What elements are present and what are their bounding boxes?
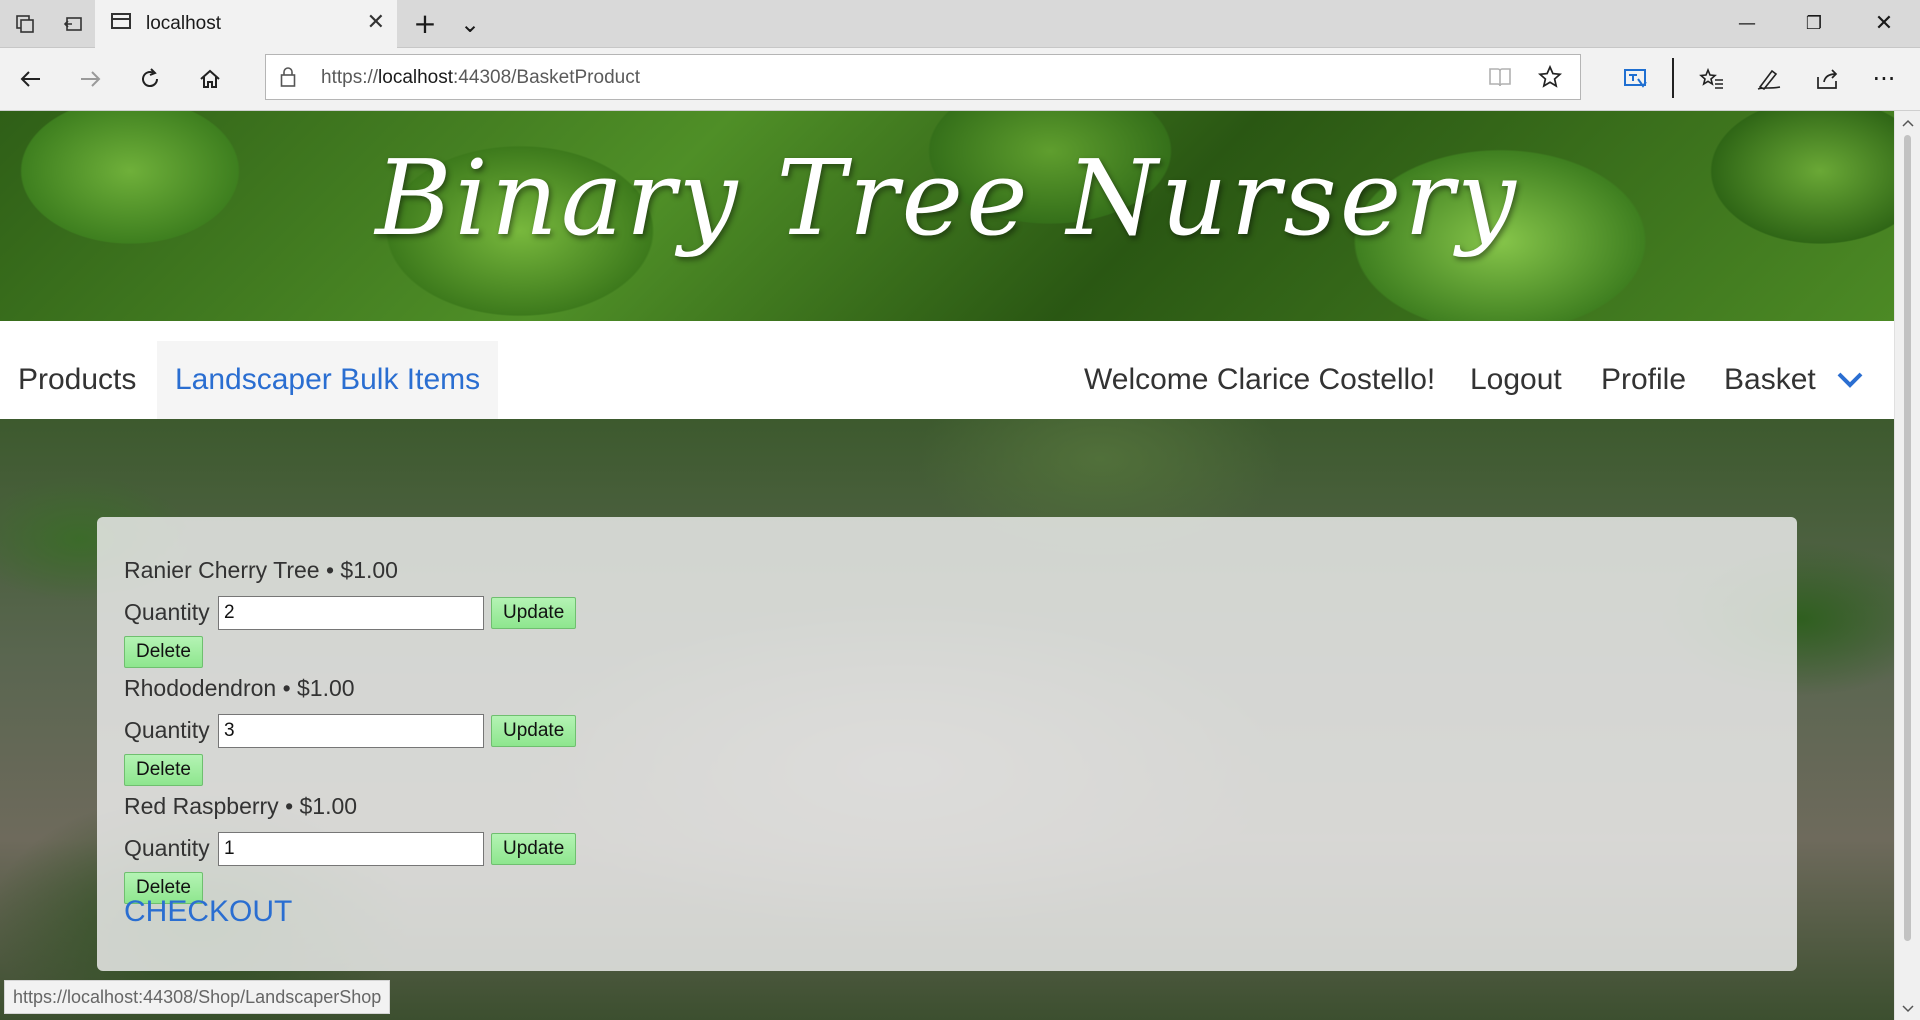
set-tabs-aside-icon[interactable] xyxy=(58,0,88,47)
minimize-icon[interactable]: — xyxy=(1732,0,1762,47)
favorites-icon[interactable] xyxy=(1696,48,1728,110)
reading-view-icon[interactable] xyxy=(1488,66,1512,93)
quantity-label: Quantity xyxy=(124,717,210,743)
toolbar-divider xyxy=(1672,58,1674,98)
update-button[interactable]: Update xyxy=(491,833,577,865)
checkout-link[interactable]: CHECKOUT xyxy=(124,895,292,929)
tab-title: localhost xyxy=(146,13,221,34)
browser-toolbar: https://localhost:44308/BasketProduct ··… xyxy=(0,48,1920,111)
url-text: https://localhost:44308/BasketProduct xyxy=(321,67,640,89)
more-options-icon[interactable]: ··· xyxy=(1868,48,1900,110)
home-icon[interactable] xyxy=(194,48,226,110)
url-host: localhost xyxy=(378,67,454,88)
lock-icon xyxy=(280,67,296,87)
site-navbar: Products Landscaper Bulk Items Welcome C… xyxy=(0,321,1894,419)
page-viewport: Binary Tree Nursery Products Landscaper … xyxy=(0,111,1894,1020)
quantity-input[interactable] xyxy=(218,832,484,866)
translate-extension-icon[interactable] xyxy=(1620,48,1652,110)
basket-item-title: Rhododendron • $1.00 xyxy=(124,675,355,701)
pen-notes-icon[interactable] xyxy=(1753,48,1785,110)
refresh-icon[interactable] xyxy=(134,48,166,110)
browser-tab-bar: localhost ✕ + ⌄ — ❐ ✕ xyxy=(0,0,1920,48)
status-bar-url: https://localhost:44308/Shop/LandscaperS… xyxy=(4,980,391,1014)
tab-localhost[interactable]: localhost ✕ xyxy=(95,0,397,48)
quantity-input[interactable] xyxy=(218,714,484,748)
tab-actions-icon[interactable] xyxy=(10,0,40,47)
new-tab-icon[interactable]: + xyxy=(410,0,440,47)
chevron-down-icon[interactable] xyxy=(1836,371,1864,394)
back-icon[interactable] xyxy=(15,48,47,110)
address-bar[interactable]: https://localhost:44308/BasketProduct xyxy=(265,54,1581,100)
nav-profile-link[interactable]: Profile xyxy=(1601,341,1686,419)
tab-close-icon[interactable]: ✕ xyxy=(367,10,385,35)
page-icon xyxy=(111,13,131,29)
nav-products-link[interactable]: Products xyxy=(18,341,136,419)
nav-landscaper-link[interactable]: Landscaper Bulk Items xyxy=(157,341,499,419)
favorite-star-icon[interactable] xyxy=(1537,64,1563,94)
nav-logout-link[interactable]: Logout xyxy=(1470,341,1562,419)
header-banner: Binary Tree Nursery xyxy=(0,111,1894,321)
scroll-thumb[interactable] xyxy=(1904,135,1911,941)
basket-item-title: Red Raspberry • $1.00 xyxy=(124,793,358,819)
basket-item-title: Ranier Cherry Tree • $1.00 xyxy=(124,557,398,583)
nav-basket-link[interactable]: Basket xyxy=(1724,341,1816,419)
quantity-input[interactable] xyxy=(218,596,484,630)
url-prefix: https:// xyxy=(321,67,379,88)
welcome-message: Welcome Clarice Costello! xyxy=(1084,363,1436,396)
restore-icon[interactable]: ❐ xyxy=(1799,0,1829,47)
delete-button[interactable]: Delete xyxy=(124,754,203,786)
share-icon[interactable] xyxy=(1812,48,1844,110)
update-button[interactable]: Update xyxy=(491,715,577,747)
delete-button[interactable]: Delete xyxy=(124,636,203,668)
scroll-down-icon[interactable] xyxy=(1901,1001,1915,1019)
quantity-label: Quantity xyxy=(124,599,210,625)
vertical-scrollbar[interactable] xyxy=(1894,111,1920,1020)
forward-icon[interactable] xyxy=(74,48,106,110)
site-title: Binary Tree Nursery xyxy=(375,137,1519,259)
quantity-label: Quantity xyxy=(124,835,210,861)
scroll-up-icon[interactable] xyxy=(1901,115,1915,133)
basket-panel: Ranier Cherry Tree • $1.00 Quantity Upda… xyxy=(97,517,1797,971)
update-button[interactable]: Update xyxy=(491,597,577,629)
window-close-icon[interactable]: ✕ xyxy=(1869,0,1899,47)
url-path: :44308/BasketProduct xyxy=(453,67,640,88)
tab-list-chevron-icon[interactable]: ⌄ xyxy=(455,0,485,47)
